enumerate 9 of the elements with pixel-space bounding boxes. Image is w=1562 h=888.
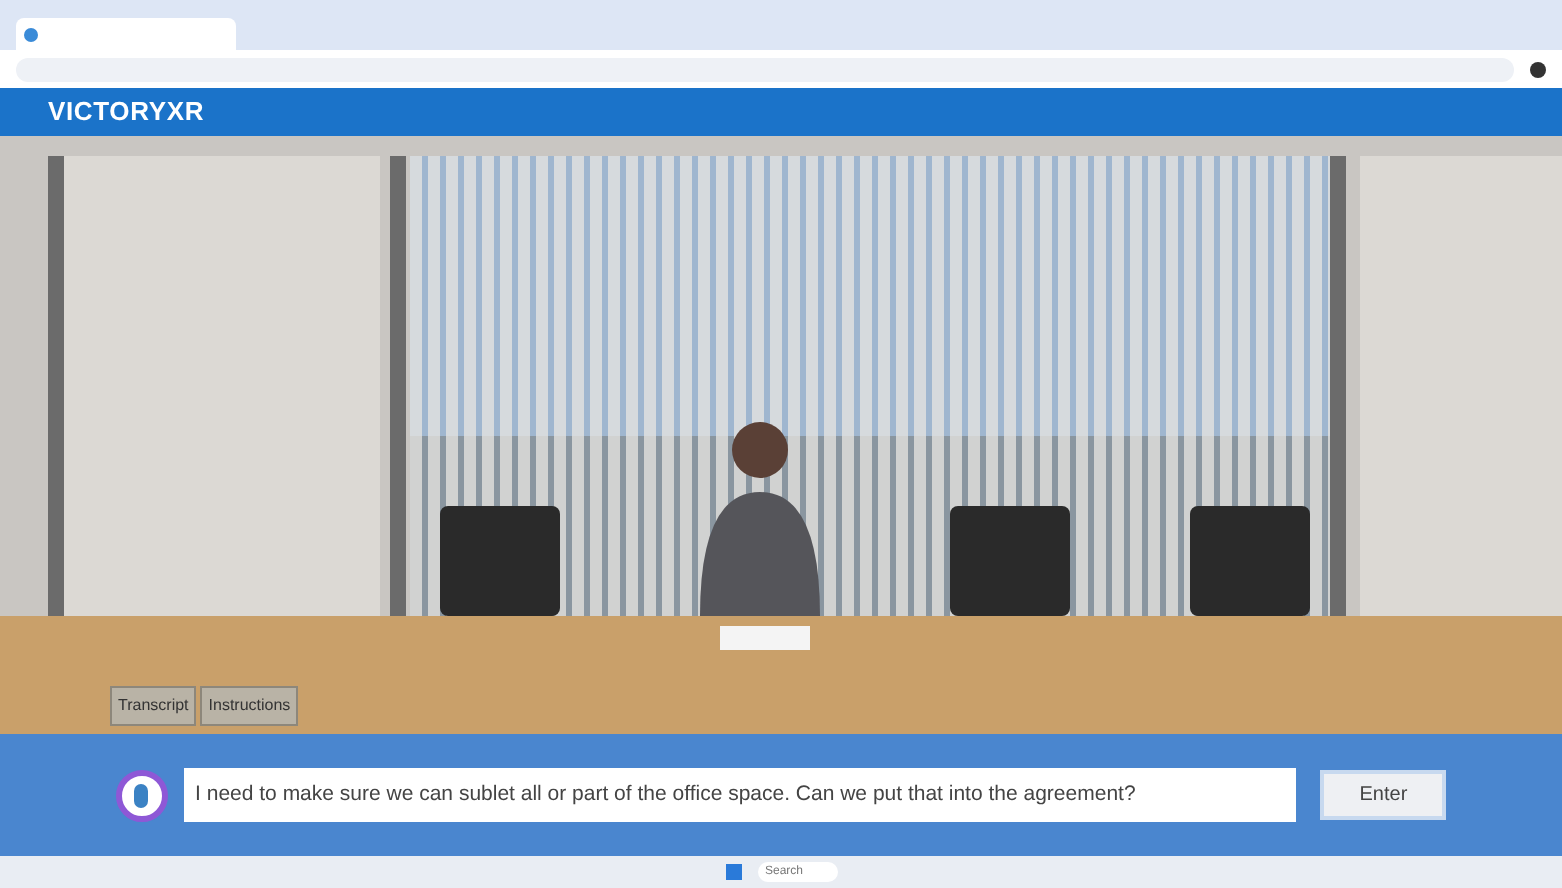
enter-button[interactable]: Enter	[1320, 770, 1446, 820]
scene-button[interactable]: Instructions	[200, 686, 299, 726]
microphone-icon[interactable]	[116, 769, 168, 821]
scene-button[interactable]: Transcript	[110, 686, 197, 726]
windows-icon[interactable]	[725, 864, 741, 880]
browser-tab[interactable]	[16, 18, 236, 50]
logo: VICTORYXR	[48, 94, 205, 131]
profile-icon[interactable]	[1530, 61, 1546, 77]
message-field[interactable]: I need to make sure we can sublet all or part of the office space. Can we put that into the agreement?	[183, 768, 1297, 822]
